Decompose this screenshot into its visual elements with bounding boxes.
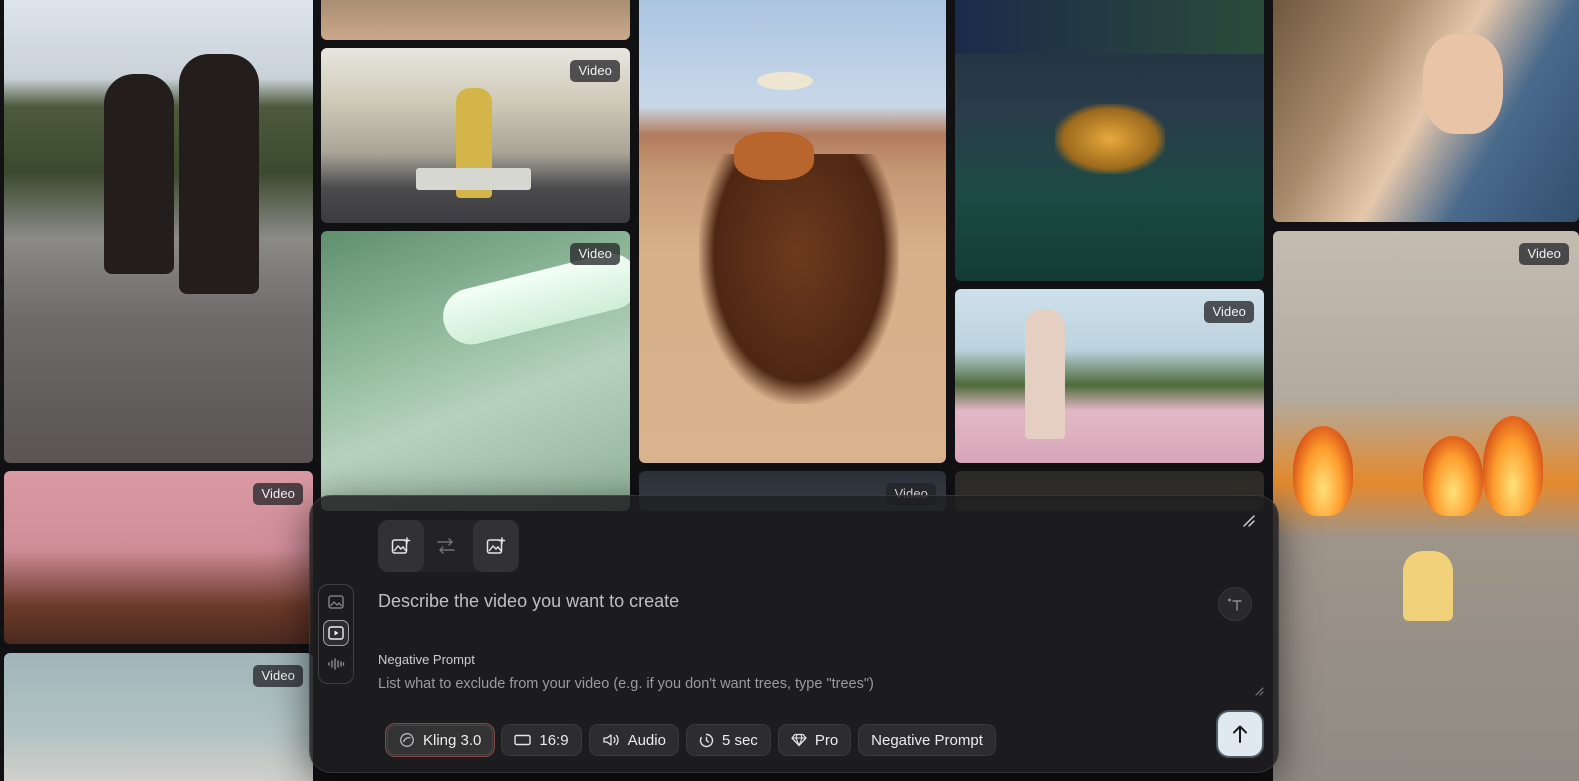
figure-shape <box>104 74 174 274</box>
gallery-tile-table-tennis[interactable] <box>955 0 1264 281</box>
prompt-input[interactable] <box>378 586 1208 616</box>
frame-selector <box>378 520 519 572</box>
collapse-diagonal-icon[interactable] <box>1242 514 1256 528</box>
fire-shape <box>1293 426 1353 516</box>
kling-logo-icon <box>400 733 414 747</box>
gallery-tile-green-bathroom[interactable]: Video <box>321 231 630 511</box>
figure-shape <box>1403 551 1453 621</box>
table-glow <box>1055 104 1165 174</box>
speaker-icon <box>602 734 619 746</box>
submit-button[interactable] <box>1218 712 1262 756</box>
face-shape <box>1423 34 1503 134</box>
gallery-tile-cowboy[interactable] <box>639 0 946 463</box>
audio-label: Audio <box>627 731 666 749</box>
horse-shape <box>699 154 899 404</box>
hat-shape <box>757 72 813 90</box>
gallery-tile-pink-room[interactable]: Video <box>4 471 313 644</box>
video-badge: Video <box>570 60 620 82</box>
video-badge: Video <box>570 243 620 265</box>
mode-image-button[interactable] <box>323 589 349 615</box>
fire-shape <box>1423 436 1483 516</box>
quality-label: Pro <box>814 731 839 749</box>
duration-chip[interactable]: 5 sec <box>685 724 771 756</box>
settings-chip-row: Kling 3.0 16:9 Audio 5 sec Pro Negative … <box>386 724 996 756</box>
diamond-icon <box>791 733 807 747</box>
negative-prompt-chip-label: Negative Prompt <box>871 731 983 749</box>
negative-prompt-chip[interactable]: Negative Prompt <box>858 724 996 756</box>
mode-audio-button[interactable] <box>323 651 349 677</box>
gallery-tile-wood[interactable] <box>321 0 630 40</box>
resize-grip-icon[interactable] <box>1254 686 1264 696</box>
figure-shape <box>179 54 259 294</box>
text-sparkle-icon <box>1227 597 1242 611</box>
start-frame-button[interactable] <box>378 520 424 572</box>
image-icon <box>328 595 344 609</box>
aspect-ratio-label: 16:9 <box>539 731 569 749</box>
negative-prompt-input[interactable] <box>378 673 1238 695</box>
audio-wave-icon <box>328 658 345 670</box>
model-selector-chip[interactable]: Kling 3.0 <box>386 724 495 756</box>
mode-video-button[interactable] <box>323 620 349 646</box>
add-image-icon <box>391 537 411 554</box>
video-badge: Video <box>1519 243 1569 265</box>
video-badge: Video <box>253 665 303 687</box>
swap-arrows-icon[interactable] <box>435 536 457 556</box>
video-badge: Video <box>1204 301 1254 323</box>
end-frame-button[interactable] <box>473 520 519 572</box>
gallery-tile-tennis[interactable]: Video <box>955 289 1264 463</box>
add-image-icon <box>486 537 506 554</box>
gallery-tile-water[interactable]: Video <box>4 653 313 781</box>
gallery-tile-train-fight[interactable] <box>4 0 313 463</box>
gallery-tile-yellow-suit[interactable]: Video <box>321 48 630 223</box>
negative-prompt-label: Negative Prompt <box>378 652 475 667</box>
video-badge: Video <box>253 483 303 505</box>
audio-chip[interactable]: Audio <box>588 724 679 756</box>
fire-shape <box>1483 416 1543 516</box>
guitar-shape <box>734 132 814 180</box>
timer-icon <box>699 733 714 747</box>
enhance-prompt-button[interactable] <box>1218 587 1252 621</box>
jackets-shape <box>955 0 1264 54</box>
gallery-tile-denim[interactable] <box>1273 0 1579 222</box>
aspect-ratio-chip[interactable]: 16:9 <box>501 724 582 756</box>
video-composer: Negative Prompt Kling 3.0 16:9 Audio <box>309 495 1279 773</box>
table-shape <box>416 168 531 190</box>
quality-chip[interactable]: Pro <box>777 724 852 756</box>
gallery-tile-office-fire[interactable]: Video <box>1273 231 1579 781</box>
model-label: Kling 3.0 <box>423 731 482 749</box>
duration-label: 5 sec <box>721 731 758 749</box>
arrow-up-icon <box>1233 725 1247 743</box>
aspect-ratio-icon <box>514 734 532 746</box>
mode-switcher <box>318 584 354 684</box>
figure-shape <box>1025 309 1065 439</box>
video-play-icon <box>328 626 344 640</box>
